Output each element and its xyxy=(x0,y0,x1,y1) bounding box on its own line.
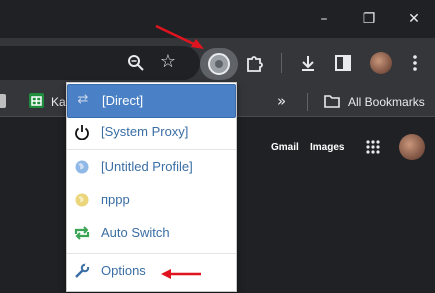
annotation-overlay xyxy=(155,24,204,279)
annotation-arrow-top xyxy=(155,24,204,49)
annotation-arrow-options xyxy=(161,269,201,279)
